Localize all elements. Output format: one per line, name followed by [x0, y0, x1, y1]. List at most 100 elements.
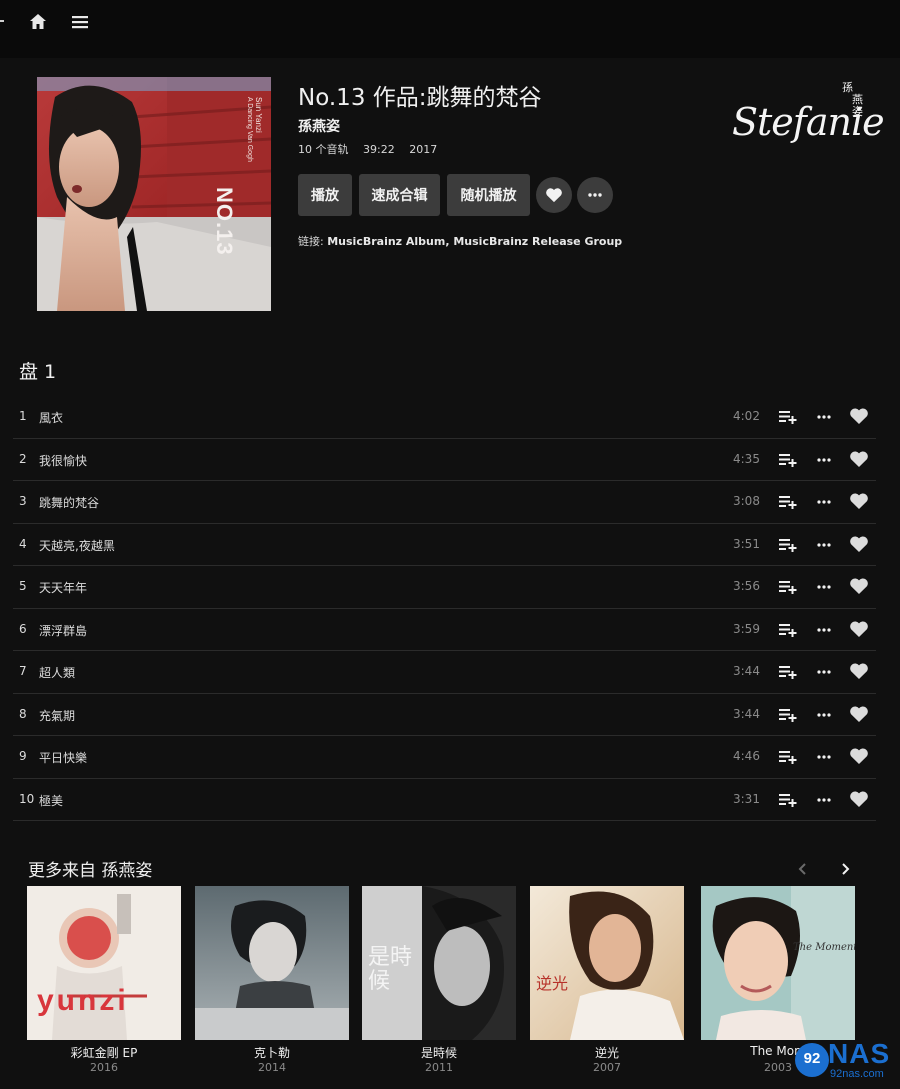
track-title[interactable]: 充氣期	[39, 707, 75, 724]
track-title[interactable]: 極美	[39, 792, 63, 809]
playlist-add-icon[interactable]	[779, 622, 797, 638]
track-duration: 3:56	[733, 579, 760, 593]
musicbrainz-links[interactable]: MusicBrainz Album, MusicBrainz Release G…	[327, 235, 622, 248]
playlist-add-icon[interactable]	[779, 537, 797, 553]
hamburger-menu-icon[interactable]	[70, 12, 90, 32]
play-button[interactable]: 播放	[298, 174, 352, 216]
album-card-cover-rainbow[interactable]: yunzi	[27, 886, 181, 1040]
heart-icon	[546, 188, 562, 203]
track-duration: 3:44	[733, 706, 760, 721]
quick-mix-button[interactable]: 速成合辑	[359, 174, 440, 216]
track-row[interactable]: 2 我很愉快 4:35	[13, 439, 876, 481]
signature-char-3: 姿	[852, 105, 863, 118]
home-icon[interactable]	[28, 12, 48, 32]
album-more-button[interactable]	[577, 177, 613, 213]
more-horizontal-icon[interactable]	[816, 410, 832, 424]
track-number: 9	[19, 749, 27, 763]
shuffle-play-button[interactable]: 随机播放	[447, 174, 530, 216]
track-row[interactable]: 1 風衣 4:02	[13, 396, 876, 439]
track-row[interactable]: 8 充氣期 3:44	[13, 694, 876, 736]
favorite-album-button[interactable]	[536, 177, 572, 213]
track-title[interactable]: 漂浮群島	[39, 622, 87, 639]
album-card-year: 2016	[90, 1061, 118, 1074]
track-row[interactable]: 9 平日快樂 4:46	[13, 736, 876, 779]
more-horizontal-icon[interactable]	[816, 453, 832, 467]
heart-icon[interactable]	[849, 407, 869, 425]
playlist-add-icon[interactable]	[779, 409, 797, 425]
album-card-cover-kepler[interactable]	[195, 886, 349, 1040]
heart-icon[interactable]	[849, 662, 869, 680]
track-number: 2	[19, 451, 27, 466]
more-horizontal-icon[interactable]	[816, 538, 832, 552]
playlist-add-icon[interactable]	[779, 579, 797, 595]
track-duration: 3:59	[733, 621, 760, 636]
track-title[interactable]: 天越亮,夜越黑	[39, 537, 115, 554]
track-number: 4	[19, 536, 27, 551]
album-artist-link[interactable]: 孫燕姿	[298, 116, 340, 136]
track-number: 8	[19, 706, 27, 721]
more-horizontal-icon[interactable]	[816, 580, 832, 594]
more-from-artist-heading: 更多来自 孫燕姿	[28, 861, 153, 881]
playlist-add-icon[interactable]	[779, 452, 797, 468]
track-row[interactable]: 5 天天年年 3:56	[13, 566, 876, 609]
track-number: 1	[19, 409, 27, 423]
more-horizontal-icon[interactable]	[816, 495, 832, 509]
album-card-title[interactable]: 逆光	[530, 1044, 684, 1061]
external-links: 链接: MusicBrainz Album, MusicBrainz Relea…	[298, 233, 622, 249]
cover-text-small: Sun Yanzi	[254, 97, 263, 133]
playlist-add-icon[interactable]	[779, 707, 797, 723]
more-horizontal-icon[interactable]	[816, 750, 832, 764]
album-meta: 10 个音轨 39:22 2017	[298, 141, 448, 157]
cover-text-big: NO.13	[212, 187, 237, 256]
heart-icon[interactable]	[849, 705, 869, 723]
album-card-title[interactable]: 彩虹金剛 EP	[27, 1044, 181, 1061]
more-horizontal-icon	[588, 193, 602, 197]
heart-icon[interactable]	[849, 450, 869, 468]
track-list: 1 風衣 4:02 2 我很愉快 4:35 3 跳舞的梵谷 3:08 4 天越亮,夜越黑 3:51 5 天…	[13, 396, 876, 821]
track-count: 10 个音轨	[298, 143, 349, 156]
track-number: 6	[19, 621, 27, 636]
heart-icon[interactable]	[849, 790, 869, 808]
album-card-title[interactable]: 是時候	[362, 1044, 516, 1061]
album-card-year: 2014	[258, 1061, 286, 1074]
track-duration: 4:35	[733, 451, 760, 466]
more-horizontal-icon[interactable]	[816, 665, 832, 679]
track-title[interactable]: 風衣	[39, 409, 63, 426]
track-number: 5	[19, 579, 27, 593]
more-horizontal-icon[interactable]	[816, 708, 832, 722]
album-card-cover-against-the-light[interactable]: 逆光	[530, 886, 684, 1040]
album-card-title[interactable]: 克卜勒	[195, 1044, 349, 1061]
more-horizontal-icon[interactable]	[816, 623, 832, 637]
playlist-add-icon[interactable]	[779, 749, 797, 765]
track-row[interactable]: 6 漂浮群島 3:59	[13, 609, 876, 651]
track-row[interactable]: 10 極美 3:31	[13, 779, 876, 821]
chevron-right-icon[interactable]	[838, 862, 852, 876]
track-row[interactable]: 4 天越亮,夜越黑 3:51	[13, 524, 876, 566]
album-card-cover-the-moment[interactable]: The Moment	[701, 886, 855, 1040]
heart-icon[interactable]	[849, 747, 869, 765]
track-title[interactable]: 我很愉快	[39, 452, 87, 469]
more-horizontal-icon[interactable]	[816, 793, 832, 807]
album-year: 2017	[409, 143, 438, 156]
top-navigation-bar	[0, 0, 900, 58]
track-title[interactable]: 超人類	[39, 664, 75, 681]
playlist-add-icon[interactable]	[779, 664, 797, 680]
track-row[interactable]: 7 超人類 3:44	[13, 651, 876, 694]
album-cover[interactable]: NO.13 Sun Yanzi A Dancing Van Gogh	[37, 77, 271, 311]
track-title[interactable]: 平日快樂	[39, 749, 87, 766]
album-card-cover-text: 逆光	[536, 974, 569, 993]
album-card-cover-its-time[interactable]: 是時候	[362, 886, 516, 1040]
heart-icon[interactable]	[849, 535, 869, 553]
track-row[interactable]: 3 跳舞的梵谷 3:08	[13, 481, 876, 524]
playlist-add-icon[interactable]	[779, 792, 797, 808]
album-card-year: 2011	[425, 1061, 453, 1074]
heart-icon[interactable]	[849, 577, 869, 595]
track-title[interactable]: 跳舞的梵谷	[39, 494, 99, 511]
heart-icon[interactable]	[849, 620, 869, 638]
playlist-add-icon[interactable]	[779, 494, 797, 510]
chevron-left-icon[interactable]	[796, 862, 810, 876]
site-watermark: 92 NAS 92nas.com	[794, 1038, 894, 1084]
artist-signature-logo: Stefanie 孫 燕 姿	[730, 82, 885, 154]
track-title[interactable]: 天天年年	[39, 579, 87, 596]
heart-icon[interactable]	[849, 492, 869, 510]
